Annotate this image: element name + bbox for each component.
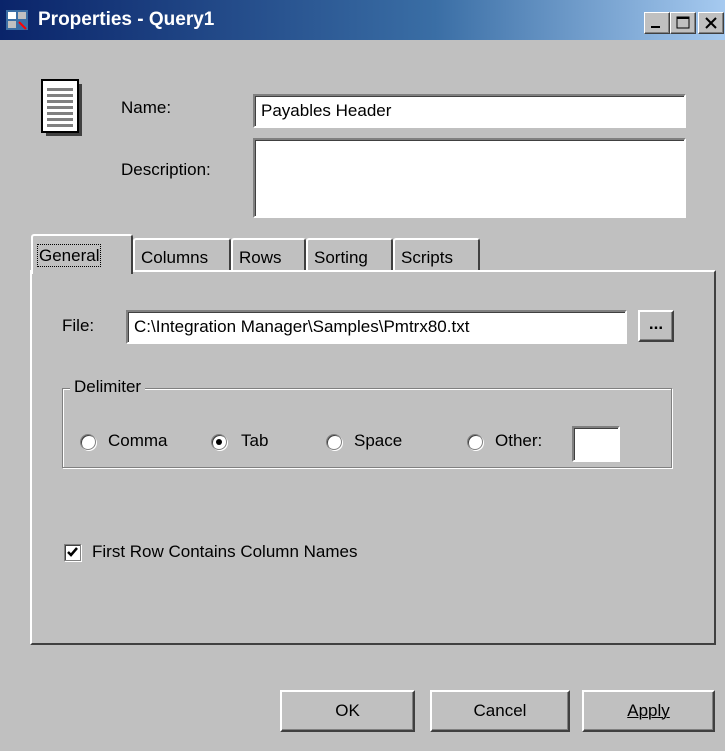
tab-general[interactable]: General <box>31 234 133 274</box>
tab-label: General <box>36 244 102 267</box>
radio-space-label[interactable]: Space <box>354 431 402 451</box>
minimize-button[interactable] <box>644 12 670 34</box>
tab-rows[interactable]: Rows <box>231 238 306 272</box>
radio-tab[interactable] <box>211 434 227 450</box>
tab-label: Sorting <box>314 248 368 267</box>
title-bar[interactable]: Properties - Query1 <box>0 0 725 40</box>
window-title: Properties - Query1 <box>38 9 215 30</box>
tab-label: Columns <box>141 248 209 267</box>
first-row-label[interactable]: First Row Contains Column Names <box>92 542 357 562</box>
maximize-icon <box>676 16 690 29</box>
radio-other[interactable] <box>467 434 483 450</box>
browse-button[interactable]: ... <box>638 310 674 342</box>
radio-space[interactable] <box>326 434 342 450</box>
first-row-checkbox[interactable] <box>64 544 81 561</box>
radio-comma[interactable] <box>80 434 96 450</box>
name-input[interactable] <box>253 94 686 128</box>
radio-selected-dot <box>216 439 222 445</box>
minimize-icon <box>651 26 660 28</box>
radio-comma-label[interactable]: Comma <box>108 431 168 451</box>
checkmark-icon <box>67 547 78 557</box>
tab-sorting[interactable]: Sorting <box>306 238 393 272</box>
tab-label: Rows <box>239 248 282 267</box>
file-label: File: <box>62 316 95 335</box>
query-app-icon <box>6 10 28 30</box>
close-button[interactable] <box>698 12 724 34</box>
tab-scripts[interactable]: Scripts <box>393 238 480 272</box>
delimiter-legend: Delimiter <box>70 377 146 397</box>
cancel-button[interactable]: Cancel <box>430 690 570 732</box>
description-label: Description: <box>121 160 211 179</box>
ok-button[interactable]: OK <box>280 690 415 732</box>
radio-tab-label[interactable]: Tab <box>241 431 268 451</box>
apply-button[interactable]: Apply <box>582 690 715 732</box>
maximize-button[interactable] <box>670 12 696 34</box>
tab-columns[interactable]: Columns <box>133 238 231 272</box>
close-icon <box>705 17 717 29</box>
file-path-input[interactable] <box>126 310 627 344</box>
other-delimiter-input[interactable] <box>572 426 620 462</box>
name-label: Name: <box>121 98 172 117</box>
radio-other-label[interactable]: Other: <box>495 431 542 451</box>
query-document-icon <box>41 79 82 136</box>
description-input[interactable] <box>253 138 686 218</box>
tab-label: Scripts <box>401 248 453 267</box>
